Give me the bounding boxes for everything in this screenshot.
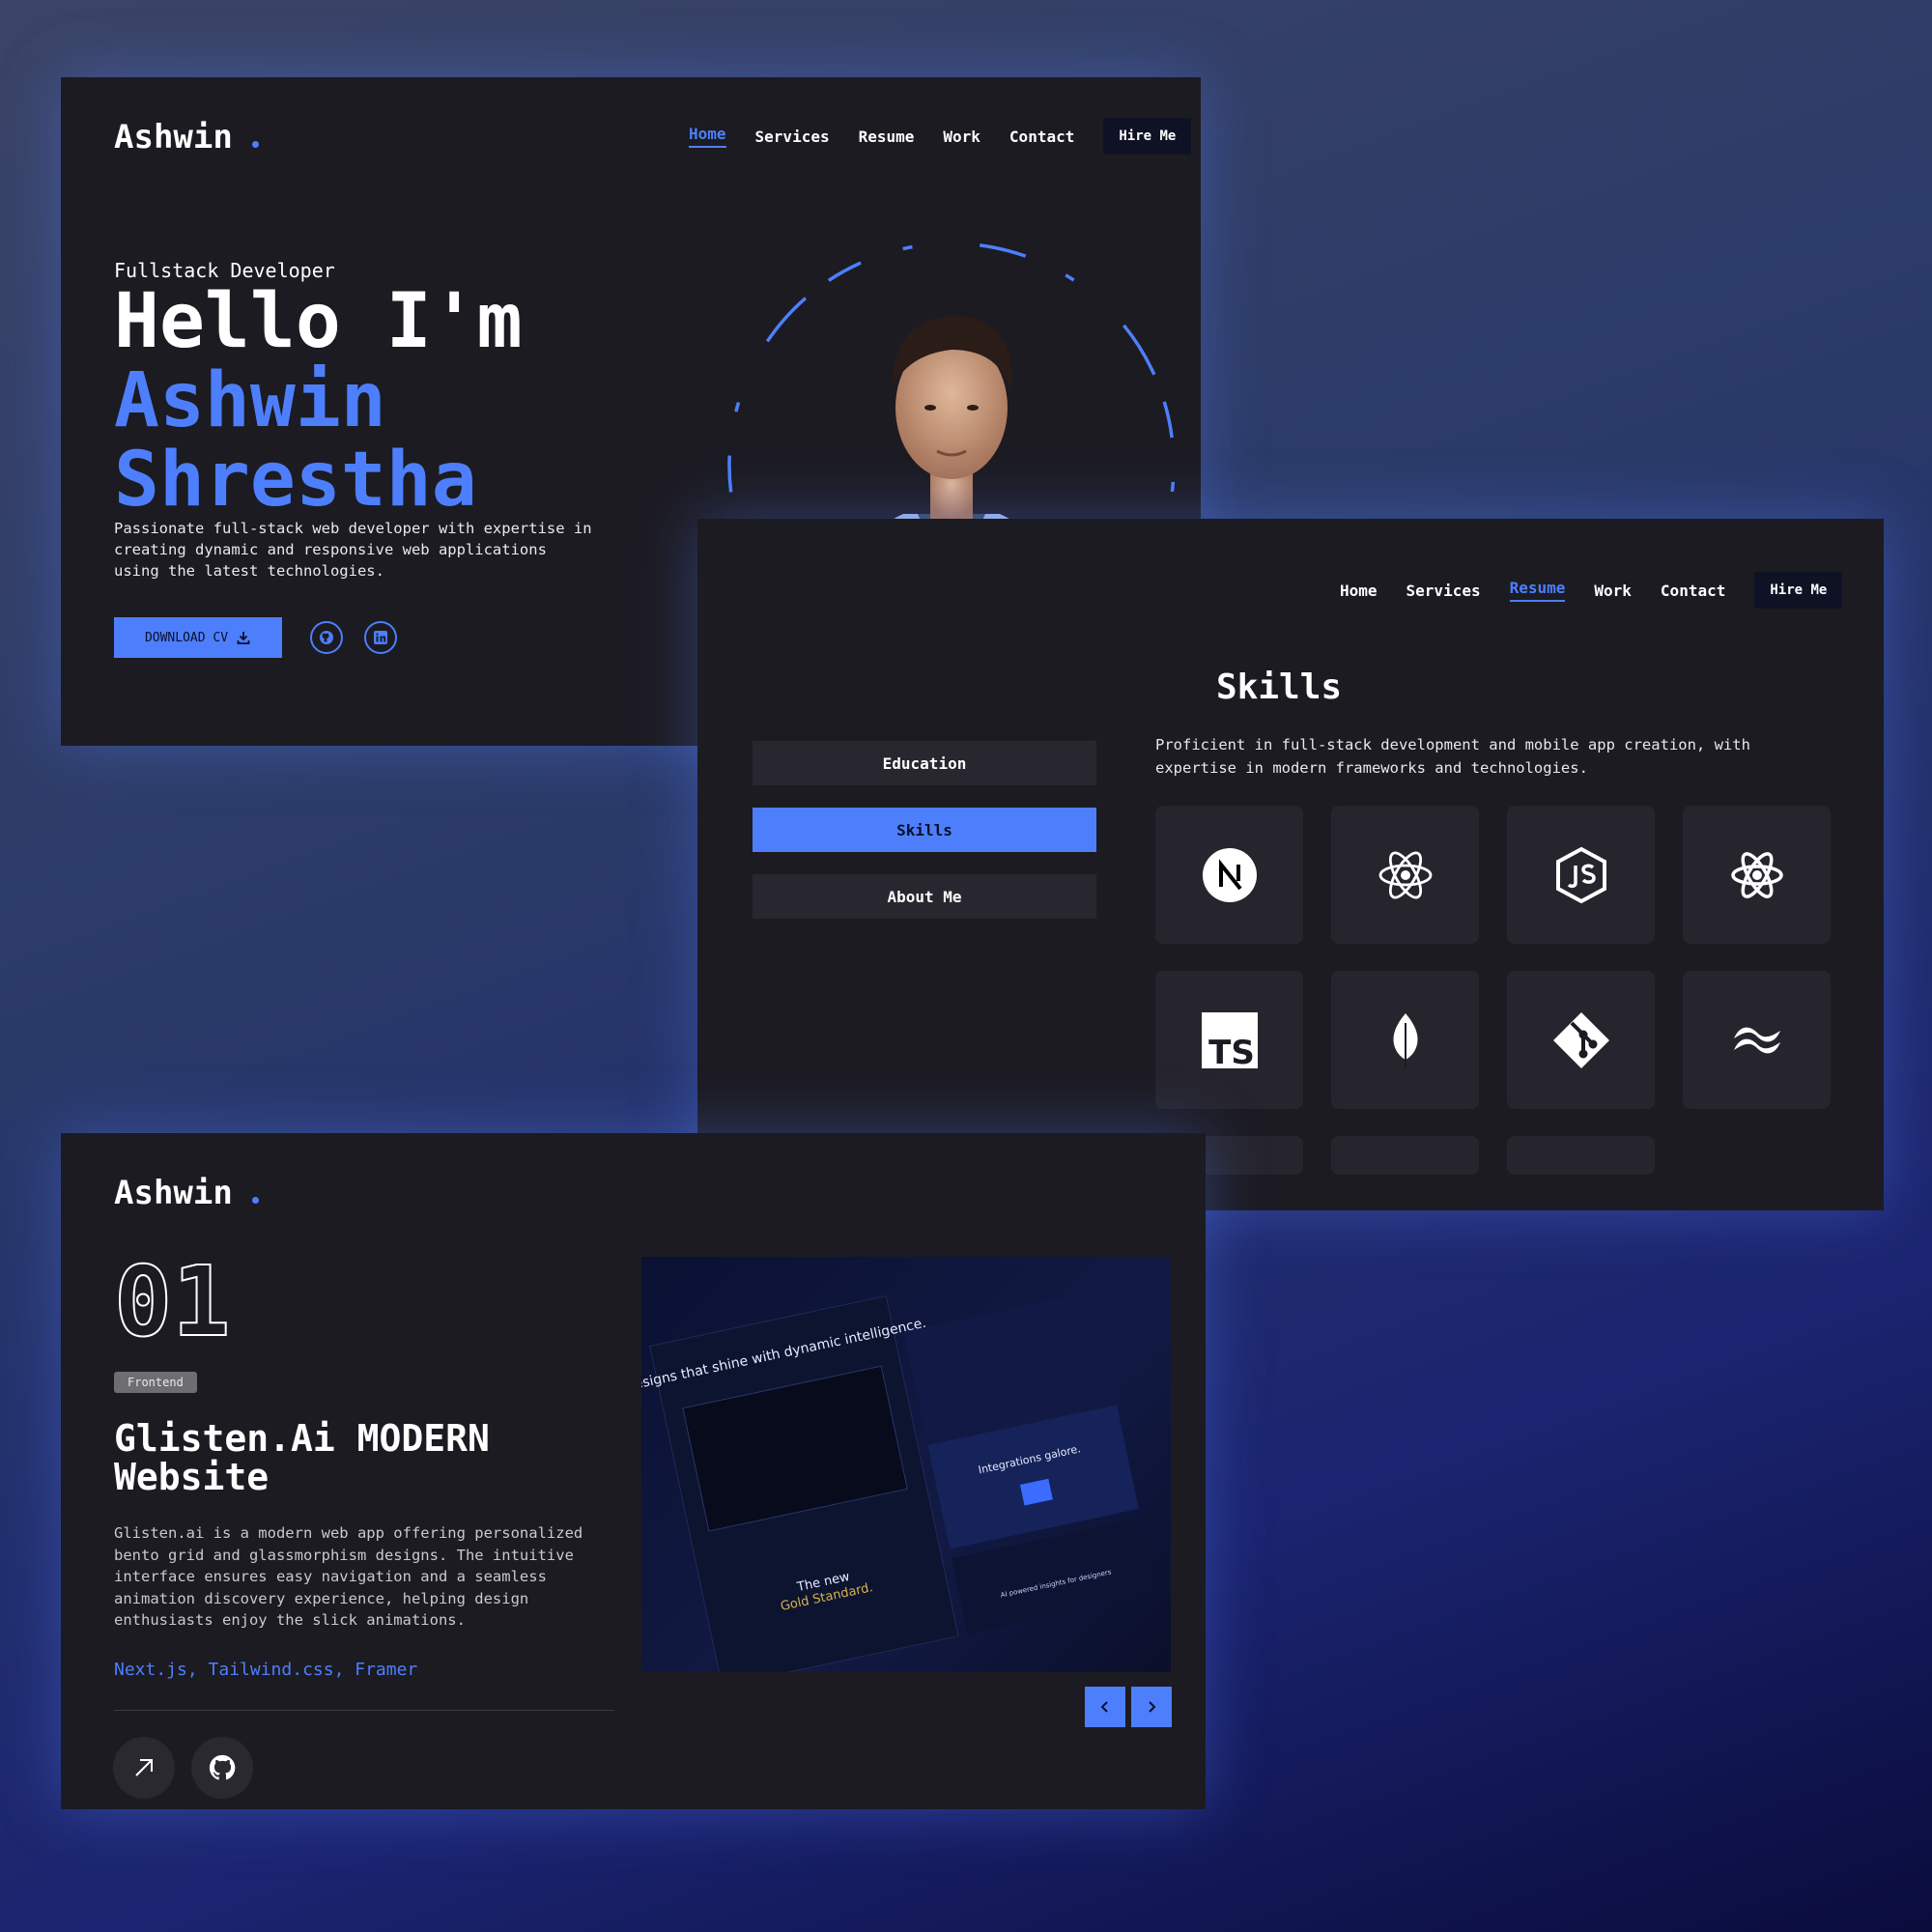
skill-tile-partial <box>1331 1136 1479 1175</box>
project-description: Glisten.ai is a modern web app offering … <box>114 1524 583 1629</box>
project-category-badge: Frontend <box>114 1372 197 1393</box>
skill-tile-typescript[interactable]: TS <box>1155 971 1303 1109</box>
logo-dot <box>251 141 259 148</box>
nextjs-icon <box>1202 847 1257 902</box>
skill-tile-nextjs[interactable] <box>1155 806 1303 944</box>
logo-text: Ashwin <box>114 118 233 156</box>
nav-services[interactable]: Services <box>755 128 830 146</box>
project-stack: Next.js, Tailwind.css, Framer <box>114 1660 418 1680</box>
nav-home[interactable]: Home <box>1340 582 1378 600</box>
skill-tile-react-native[interactable] <box>1683 806 1831 944</box>
typescript-icon: TS <box>1201 1011 1258 1069</box>
hire-me-button[interactable]: Hire Me <box>1103 118 1192 155</box>
skills-title: Skills <box>1216 668 1343 707</box>
chevron-left-icon <box>1100 1701 1108 1713</box>
skills-description: Proficient in full-stack development and… <box>1155 736 1750 777</box>
divider <box>114 1710 614 1711</box>
hero-first-name: Ashwin <box>114 357 386 444</box>
project-number: 01 <box>113 1245 231 1358</box>
tailwind-icon <box>1733 1027 1780 1053</box>
skills-nav: Home Services Resume Work Contact Hire M… <box>1340 572 1843 609</box>
nav-services[interactable]: Services <box>1406 582 1481 600</box>
hire-me-button[interactable]: Hire Me <box>1754 572 1843 609</box>
tab-about-me[interactable]: About Me <box>753 874 1096 919</box>
react-native-icon <box>1730 851 1783 898</box>
github-link[interactable] <box>310 621 343 654</box>
logo[interactable]: Ashwin <box>114 1174 259 1212</box>
nav-contact[interactable]: Contact <box>1009 128 1074 146</box>
hero-heading: Hello I'm Ashwin Shrestha <box>114 282 523 520</box>
skill-tile-mongodb[interactable] <box>1331 971 1479 1109</box>
skills-window: Home Services Resume Work Contact Hire M… <box>697 519 1884 1210</box>
preview-mockup: Designs that shine with dynamic intellig… <box>641 1291 1157 1672</box>
download-cv-button[interactable]: DOWNLOAD CV <box>114 617 282 658</box>
git-icon <box>1552 1011 1609 1068</box>
tab-education[interactable]: Education <box>753 741 1096 785</box>
react-icon <box>1378 851 1432 898</box>
prev-project-button[interactable] <box>1085 1687 1125 1727</box>
nav-work[interactable]: Work <box>943 128 980 146</box>
skill-tile-tailwind[interactable] <box>1683 971 1831 1109</box>
logo-text: Ashwin <box>114 1174 233 1212</box>
skills-grid: TS <box>1155 806 1831 1175</box>
live-project-button[interactable] <box>113 1737 175 1799</box>
skill-tile-nodejs[interactable] <box>1507 806 1655 944</box>
linkedin-link[interactable] <box>364 621 397 654</box>
project-preview-image: Designs that shine with dynamic intellig… <box>641 1257 1171 1672</box>
logo[interactable]: Ashwin <box>114 118 259 156</box>
mongodb-icon <box>1393 1012 1417 1067</box>
nodejs-icon <box>1555 846 1606 903</box>
hero-hello: Hello I'm <box>114 278 523 365</box>
skill-tile-git[interactable] <box>1507 971 1655 1109</box>
nav-home[interactable]: Home <box>689 125 726 148</box>
hero-description: Passionate full-stack web developer with… <box>114 520 592 580</box>
nav-contact[interactable]: Contact <box>1661 582 1725 600</box>
linkedin-icon <box>374 631 387 644</box>
github-icon <box>209 1754 236 1780</box>
main-nav: Home Services Resume Work Contact Hire M… <box>689 118 1192 155</box>
tab-skills[interactable]: Skills <box>753 808 1096 852</box>
logo-dot <box>251 1197 259 1204</box>
next-project-button[interactable] <box>1131 1687 1172 1727</box>
hero-last-name: Shrestha <box>114 437 477 524</box>
download-cv-label: DOWNLOAD CV <box>144 630 229 645</box>
skill-tile-react[interactable] <box>1331 806 1479 944</box>
skill-tile-partial <box>1507 1136 1655 1175</box>
nav-resume[interactable]: Resume <box>859 128 915 146</box>
arrow-up-right-icon <box>135 1759 153 1776</box>
resume-tabs: Education Skills About Me <box>753 741 1096 941</box>
github-repo-button[interactable] <box>191 1737 253 1799</box>
ts-text: TS <box>1208 1034 1255 1069</box>
github-icon <box>320 631 333 644</box>
project-title: Glisten.Ai MODERN Website <box>114 1417 490 1498</box>
nav-work[interactable]: Work <box>1594 582 1632 600</box>
chevron-right-icon <box>1149 1701 1156 1713</box>
download-icon <box>237 632 250 644</box>
nav-resume[interactable]: Resume <box>1509 579 1566 602</box>
work-window: Ashwin 01 Frontend Glisten.Ai MODERN Web… <box>61 1133 1206 1809</box>
